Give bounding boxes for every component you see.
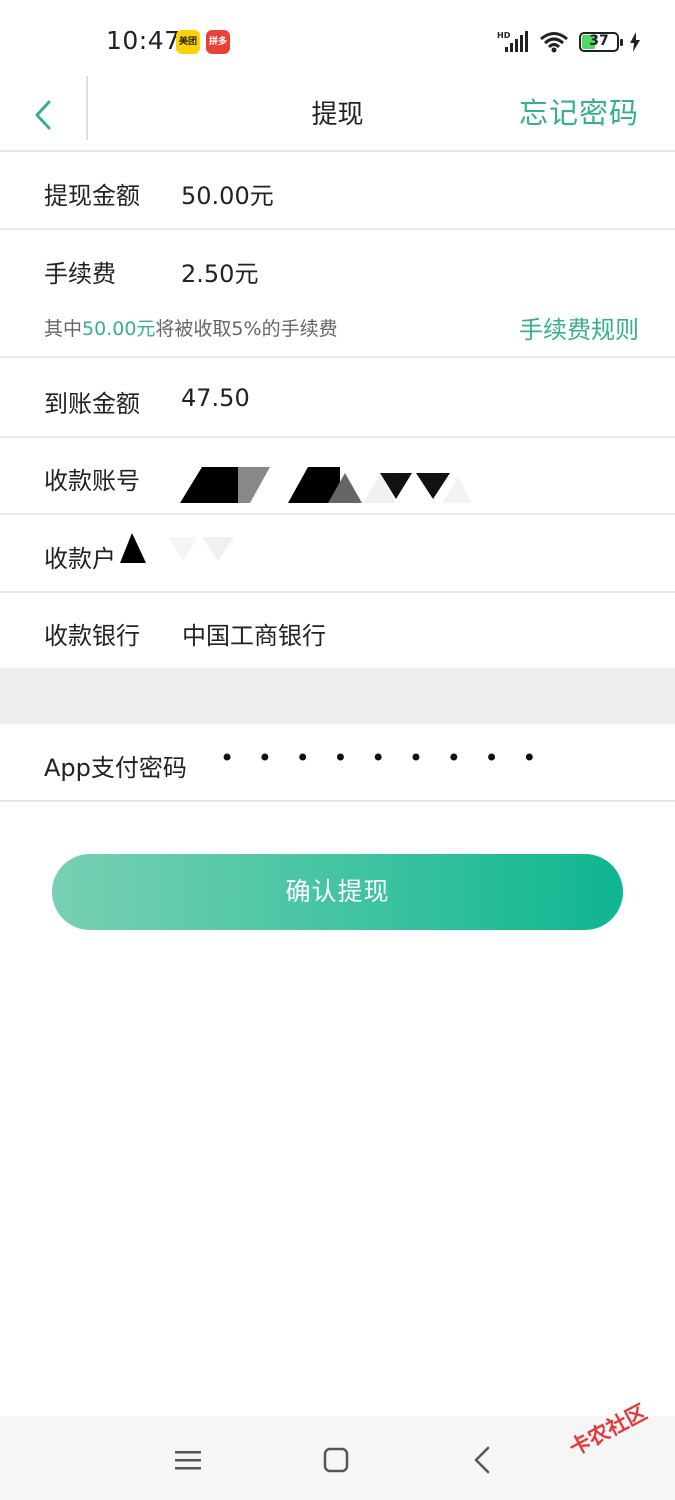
withdraw-screen: 10:47 美团 拼多多 HD 37 提现 忘记密码 提现金额 50.00元 手… bbox=[0, 0, 675, 1500]
charging-icon bbox=[630, 32, 640, 52]
account-number-label: 收款账号 bbox=[44, 467, 140, 495]
home-square-icon bbox=[323, 1447, 349, 1473]
svg-text:HD: HD bbox=[497, 31, 511, 40]
account-number-redaction bbox=[180, 467, 472, 503]
bank-label: 收款银行 bbox=[44, 622, 140, 650]
system-back-button[interactable] bbox=[462, 1440, 502, 1480]
status-bar: 10:47 美团 拼多多 HD 37 bbox=[0, 0, 675, 80]
section-gap bbox=[0, 668, 675, 724]
received-amount-label: 到账金额 bbox=[44, 390, 140, 418]
fee-note-suffix: 将被收取5%的手续费 bbox=[155, 318, 338, 340]
pay-password-input[interactable]: • • • • • • • • • bbox=[220, 744, 544, 772]
pay-password-row[interactable]: App支付密码 • • • • • • • • • bbox=[0, 724, 675, 802]
signal-icon: HD bbox=[497, 31, 528, 52]
menu-button[interactable] bbox=[168, 1440, 208, 1480]
fee-note: 其中50.00元将被收取5%的手续费 bbox=[44, 314, 338, 341]
fee-note-prefix: 其中 bbox=[44, 318, 83, 340]
pay-password-label: App支付密码 bbox=[44, 754, 187, 782]
back-triangle-icon bbox=[474, 1446, 490, 1474]
withdraw-amount-label: 提现金额 bbox=[44, 182, 140, 210]
menu-icon bbox=[175, 1451, 201, 1470]
received-amount-row: 到账金额 47.50 bbox=[0, 360, 675, 438]
pinduoduo-app-icon: 拼多多 bbox=[206, 30, 230, 71]
watermark-text: 卡农社区 bbox=[565, 1399, 651, 1461]
fee-note-amount: 50.00元 bbox=[82, 318, 156, 340]
battery-level: 37 bbox=[589, 33, 609, 49]
top-nav-bar: 提现 忘记密码 bbox=[0, 76, 675, 152]
wifi-icon bbox=[540, 32, 568, 53]
fee-value: 2.50元 bbox=[181, 260, 259, 288]
forgot-password-link[interactable]: 忘记密码 bbox=[519, 90, 639, 132]
battery-icon: 37 bbox=[579, 32, 623, 52]
account-holder-row: 收款户 bbox=[0, 515, 675, 593]
account-holder-label: 收款户 bbox=[44, 545, 116, 573]
withdraw-amount-value: 50.00元 bbox=[181, 182, 274, 210]
bank-row: 收款银行 中国工商银行 bbox=[0, 592, 675, 670]
bank-value: 中国工商银行 bbox=[182, 622, 326, 650]
home-button[interactable] bbox=[316, 1440, 356, 1480]
status-time: 10:47 bbox=[106, 26, 181, 55]
confirm-withdraw-button[interactable]: 确认提现 bbox=[52, 854, 623, 930]
fee-label: 手续费 bbox=[44, 260, 116, 288]
received-amount-value: 47.50 bbox=[181, 384, 250, 412]
account-number-row: 收款账号 bbox=[0, 437, 675, 515]
status-indicators: HD 37 bbox=[497, 28, 641, 56]
fee-rules-link[interactable]: 手续费规则 bbox=[519, 310, 639, 345]
fee-row: 手续费 2.50元 其中50.00元将被收取5%的手续费 手续费规则 bbox=[0, 230, 675, 358]
meituan-app-icon: 美团 bbox=[176, 30, 200, 54]
withdraw-amount-row: 提现金额 50.00元 bbox=[0, 152, 675, 230]
account-holder-redaction bbox=[120, 533, 234, 563]
